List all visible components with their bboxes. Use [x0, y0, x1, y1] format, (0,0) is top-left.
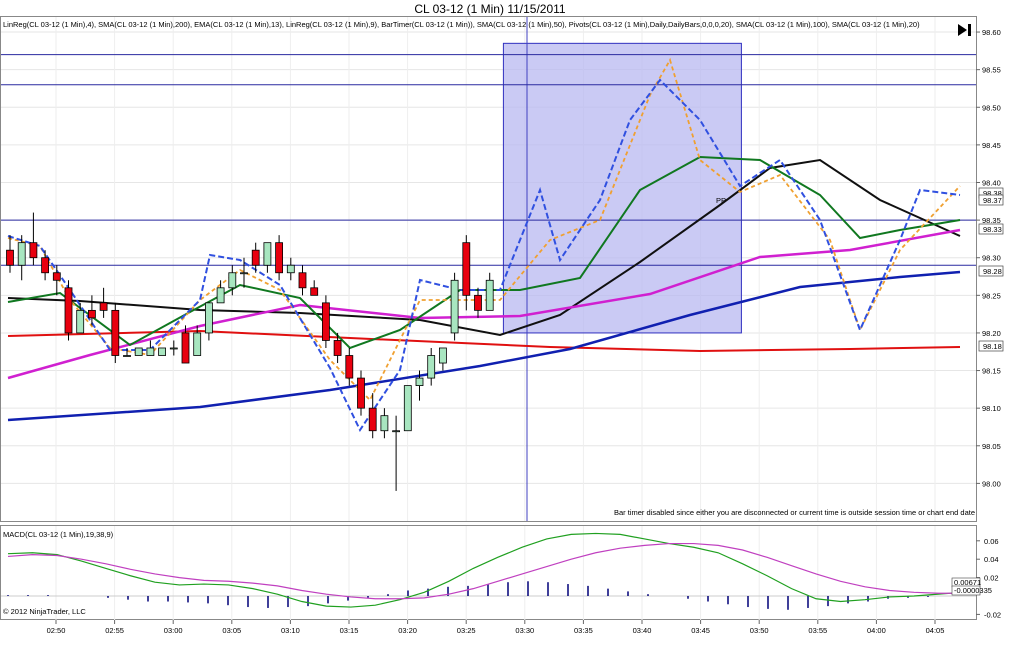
- x-tick-label: 03:25: [457, 626, 476, 635]
- x-tick-label: 03:45: [691, 626, 710, 635]
- candle-body: [134, 347, 143, 356]
- y-tick-label: 98.30: [982, 254, 1001, 263]
- x-tick-label: 03:00: [164, 626, 183, 635]
- price-marker-label: 98.18: [983, 342, 1002, 351]
- x-tick-label: 04:05: [926, 626, 945, 635]
- candle-body: [64, 287, 73, 334]
- candle-body: [427, 355, 436, 379]
- candle-body: [52, 272, 61, 281]
- candle-body: [462, 242, 471, 296]
- candle-body: [403, 385, 412, 432]
- macd-label: MACD(CL 03-12 (1 Min),19,38,9): [3, 530, 114, 539]
- candle-body: [123, 355, 131, 357]
- candle-body: [380, 415, 389, 432]
- candle-body: [310, 287, 319, 296]
- candle-body: [146, 347, 155, 356]
- grid: [1, 17, 976, 620]
- sma50-line: [7, 158, 961, 337]
- y-tick-label: 98.20: [982, 329, 1001, 338]
- y-tick-label: 98.55: [982, 66, 1001, 75]
- candle-body: [240, 272, 248, 275]
- x-tick-label: 03:50: [750, 626, 769, 635]
- candle-body: [158, 347, 167, 356]
- candle-body: [169, 347, 178, 350]
- candle-body: [6, 249, 14, 266]
- y-tick-label: 98.60: [982, 28, 1001, 37]
- candle-body: [228, 272, 237, 289]
- candle-body: [275, 242, 284, 274]
- candle-body: [485, 279, 494, 311]
- bar-timer-message: Bar timer disabled since either you are …: [614, 508, 975, 517]
- x-tick-label: 03:55: [808, 626, 827, 635]
- candle-body: [474, 294, 482, 311]
- candle-body: [193, 332, 202, 356]
- y-tick-label: 98.50: [982, 103, 1001, 112]
- macd-y-tick-label: 0.02: [984, 574, 999, 583]
- candle-body: [17, 242, 26, 266]
- candle-body: [450, 279, 459, 334]
- moving-averages: [7, 57, 961, 433]
- macd-y-tick-label: 0.06: [984, 537, 999, 546]
- price-marker-label: 98.33: [983, 225, 1002, 234]
- macd-y-tick-label: -0.02: [984, 610, 1001, 619]
- candle-body: [321, 302, 330, 341]
- indicators-line: LinReg(CL 03-12 (1 Min),4), SMA(CL 03-12…: [3, 20, 920, 29]
- candle-body: [345, 355, 354, 379]
- candle-body: [298, 272, 307, 289]
- macd-y-tick-label: 0.04: [984, 555, 999, 564]
- x-tick-label: 02:55: [105, 626, 124, 635]
- linreg4-line: [7, 78, 961, 433]
- time-axis: 02:50 02:55 03:00 03:05 03:10 03:15 03:20 03:25…: [47, 620, 945, 635]
- candle-body: [204, 302, 213, 334]
- x-tick-label: 03:05: [222, 626, 241, 635]
- x-tick-label: 03:20: [398, 626, 417, 635]
- chart-area[interactable]: 98.6098.5598.5098.4598.4098.3598.3098.25…: [0, 0, 1024, 646]
- copyright: © 2012 NinjaTrader, LLC: [3, 607, 86, 616]
- candlesticks[interactable]: [6, 212, 494, 491]
- y-tick-label: 98.00: [982, 479, 1001, 488]
- candle-body: [29, 242, 38, 259]
- candle-body: [415, 377, 424, 386]
- x-tick-label: 03:15: [340, 626, 359, 635]
- candle-body: [251, 249, 260, 266]
- candle-body: [99, 302, 108, 311]
- price-axis: 98.6098.5598.5098.4598.4098.3598.3098.25…: [976, 28, 1004, 488]
- candle-body: [111, 309, 120, 356]
- candle-body: [368, 407, 377, 432]
- candle-body: [263, 242, 272, 266]
- y-tick-label: 98.15: [982, 367, 1001, 376]
- x-tick-label: 03:30: [515, 626, 534, 635]
- candle-body: [357, 377, 365, 409]
- macd-series-line: [7, 542, 963, 600]
- highlight-box: [502, 42, 742, 334]
- x-tick-label: 03:35: [574, 626, 593, 635]
- candle-body: [392, 430, 401, 433]
- candle-body: [76, 309, 85, 334]
- macd-panel: 0.060.040.02-0.020.00671-0.0000335: [1, 532, 1001, 619]
- x-tick-label: 03:40: [633, 626, 652, 635]
- x-tick-label: 02:50: [47, 626, 66, 635]
- y-tick-label: 98.40: [982, 178, 1001, 187]
- candle-body: [41, 257, 49, 274]
- y-tick-label: 98.45: [982, 141, 1001, 150]
- skip-to-end-icon[interactable]: [954, 21, 974, 39]
- candle-body: [438, 347, 447, 364]
- y-tick-label: 98.25: [982, 291, 1001, 300]
- candle-body: [88, 309, 96, 319]
- y-tick-label: 98.05: [982, 442, 1001, 451]
- candle-body: [181, 332, 190, 364]
- pivot-lines[interactable]: [1, 54, 976, 266]
- pivot-label: PP: [716, 196, 726, 205]
- price-marker-label: 98.37: [983, 196, 1002, 205]
- candle-body: [286, 264, 295, 274]
- candle-body: [216, 287, 225, 304]
- price-marker-label: 98.28: [983, 267, 1002, 276]
- x-tick-label: 04:00: [867, 626, 886, 635]
- x-tick-label: 03:10: [281, 626, 300, 635]
- macd-marker-label: -0.0000335: [954, 586, 992, 595]
- candle-body: [333, 340, 342, 356]
- y-tick-label: 98.10: [982, 404, 1001, 413]
